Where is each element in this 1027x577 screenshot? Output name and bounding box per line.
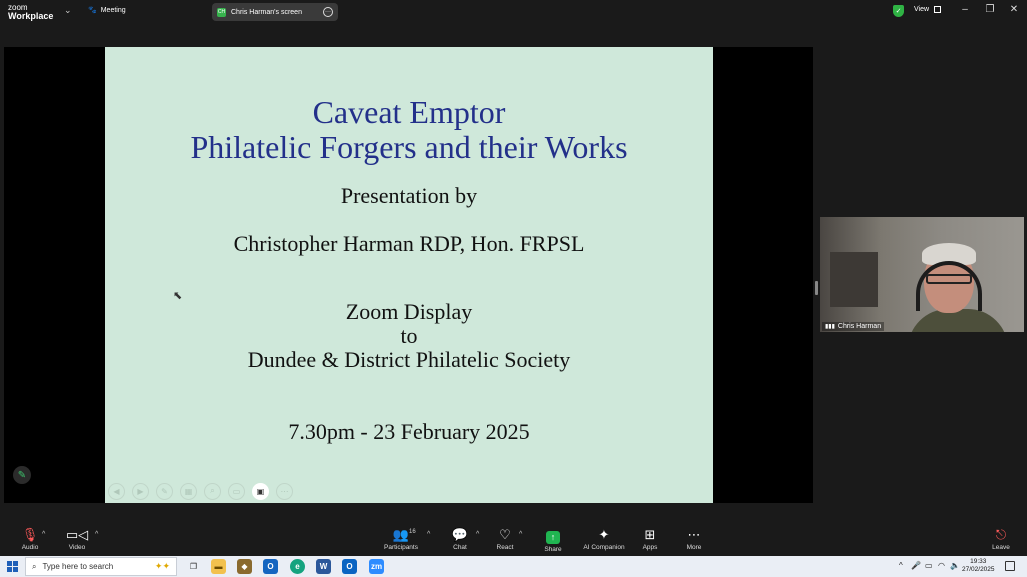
resize-handle[interactable] [815,281,818,295]
meeting-toolbar: 🎙 Audio ^ ▭◁ Video ^ 👥 Participants 16 ^… [0,526,1027,556]
subtitles-icon[interactable]: ▭ [228,482,245,500]
windows-start-icon[interactable] [7,561,18,572]
participants-button[interactable]: 👥 Participants 16 ^ [371,527,431,552]
restore-button[interactable]: ❐ [980,4,1000,15]
signal-bars-icon: ▮▮▮ [825,324,835,330]
participant-name-tag: ▮▮▮ Chris Harman [822,322,885,331]
shared-screen-label: Chris Harman's screen [231,8,302,16]
more-icon[interactable]: ⋯ [276,482,293,500]
app-icon[interactable]: ◆ [237,559,252,574]
meeting-label: Meeting [100,6,126,14]
slide-title-line1: Caveat Emptor [312,94,506,130]
pen-icon[interactable]: ✎ [156,482,173,500]
more-button[interactable]: ⋯ More [664,527,724,552]
slides-grid-icon[interactable]: ▦ [180,482,197,500]
participants-label: Participants [384,544,418,551]
zoom-window: zoom Workplace ⌄ 🐾 Meeting CH Chris Harm… [0,0,1027,577]
search-placeholder: Type here to search [42,562,114,571]
battery-icon[interactable]: ▭ [925,561,933,570]
title-bar: zoom Workplace ⌄ 🐾 Meeting CH Chris Harm… [0,0,1027,24]
zoom-logo[interactable]: zoom Workplace [8,3,53,21]
tray-chevron-icon[interactable]: ^ [899,561,903,570]
mouse-cursor-icon: ⬉ [173,290,183,302]
security-shield-icon[interactable]: ✓ [893,5,904,17]
clock-date: 27/02/2025 [962,566,995,573]
leave-door-icon: ⎋ [995,527,1007,542]
clock-time: 19:33 [970,558,987,565]
taskbar-search[interactable]: ⌕ Type here to search ✦✦ [25,557,177,576]
participants-count: 16 [409,529,416,535]
next-slide-icon[interactable]: ▶ [132,482,149,500]
participant-name: Chris Harman [837,323,882,330]
glasses [926,274,972,284]
wall-picture [830,252,878,307]
view-label: View [914,6,930,13]
presenter-badge: CH [217,7,226,17]
leave-label: Leave [992,544,1010,551]
zoom-icon[interactable]: ⌕ [204,482,221,500]
slide-zoom-display: Zoom Display [345,299,473,324]
more-label: More [686,544,702,551]
prev-slide-icon[interactable]: ◀ [108,482,125,500]
slide-date: 7.30pm - 23 February 2025 [288,419,530,444]
react-caret-icon[interactable]: ^ [519,531,522,538]
annotate-pen-icon[interactable]: ✎ [13,466,31,484]
slide-society: Dundee & District Philatelic Society [247,347,571,372]
video-label: Video [68,544,86,551]
minimize-button[interactable]: – [955,4,975,15]
grid-icon [934,6,942,13]
file-explorer-icon[interactable]: ▬ [211,559,226,574]
search-icon: ⌕ [32,561,37,571]
copilot-sparkle-icon: ✦✦ [154,561,170,571]
word-icon[interactable]: W [316,559,331,574]
zoom-app-icon[interactable]: zm [369,559,384,574]
presentation-slide: Caveat Emptor Philatelic Forgers and the… [105,47,713,503]
meeting-menu[interactable]: 🐾 Meeting [88,6,126,15]
outlook-icon[interactable]: O [263,559,278,574]
shared-screen-pill[interactable]: CH Chris Harman's screen ··· [212,3,338,21]
brand-line2: Workplace [8,11,54,21]
paw-icon: 🐾 [88,7,97,14]
slide-presenter: Christopher Harman RDP, Hon. FRPSL [233,231,585,256]
slide-presentation-by: Presentation by [340,183,478,208]
notifications-icon[interactable] [1005,561,1015,571]
more-options-icon[interactable]: ··· [323,7,333,17]
participants-icon: 👥 [392,527,410,542]
slide-title-line2: Philatelic Forgers and their Works [190,129,628,165]
windows-taskbar: ⌕ Type here to search ✦✦ ❐ ▬ ◆ O e W O z… [0,556,1027,577]
edge-icon[interactable]: e [290,559,305,574]
wifi-icon[interactable]: ◠ [938,561,945,570]
volume-icon[interactable]: 🔈 [950,561,960,570]
slide-to: to [400,323,418,348]
close-button[interactable]: ✕ [1004,4,1024,15]
outlook-new-icon[interactable]: O [342,559,357,574]
share-screen-icon: ↑ [546,531,560,544]
video-button[interactable]: ▭◁ Video ^ [47,527,107,552]
camera-icon[interactable]: ▣ [252,482,269,500]
taskbar-clock[interactable]: 19:33 27/02/2025 [962,558,995,574]
audio-caret-icon[interactable]: ^ [42,531,45,538]
leave-button[interactable]: ⎋ Leave [971,527,1027,552]
task-view-icon[interactable]: ❐ [186,559,201,574]
chevron-down-icon[interactable]: ⌄ [64,5,72,16]
participant-video-tile[interactable]: ▮▮▮ Chris Harman [820,217,1024,332]
microphone-tray-icon[interactable]: 🎤 [911,561,921,570]
view-button[interactable]: View [914,6,942,13]
video-caret-icon[interactable]: ^ [95,531,98,538]
slide-toolbar: ◀ ▶ ✎ ▦ ⌕ ▭ ▣ ⋯ [108,482,293,500]
more-circle-icon: ⋯ [687,527,701,542]
